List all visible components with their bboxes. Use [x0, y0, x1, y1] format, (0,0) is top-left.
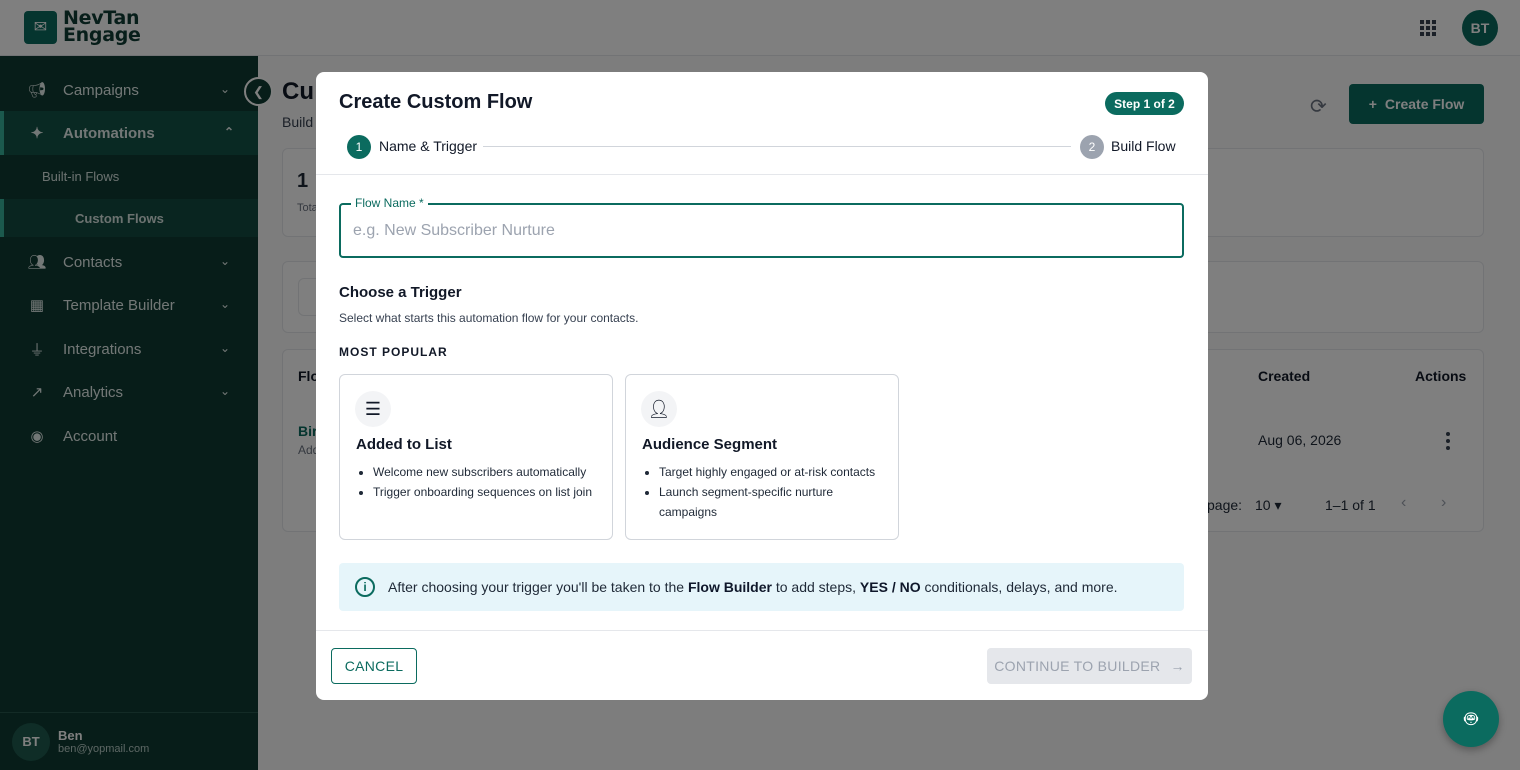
list-icon: ☰: [355, 391, 391, 427]
choose-trigger-heading: Choose a Trigger: [339, 284, 462, 301]
step-badge: Step 1 of 2: [1105, 92, 1184, 115]
flow-name-label: Flow Name *: [351, 196, 428, 210]
trigger-bullet: Welcome new subscribers automatically: [373, 462, 605, 482]
continue-to-builder-button[interactable]: CONTINUE TO BUILDER →: [987, 648, 1192, 684]
trigger-bullet: Target highly engaged or at-risk contact…: [659, 462, 891, 482]
info-banner: i After choosing your trigger you'll be …: [339, 563, 1184, 611]
trigger-bullets: Welcome new subscribers automatically Tr…: [373, 462, 605, 502]
stepper: 1 Name & Trigger 2 Build Flow: [347, 135, 1177, 159]
robot-icon: 🤖︎: [1464, 706, 1478, 731]
info-text: After choosing your trigger you'll be ta…: [388, 579, 1118, 595]
step-1-label: Name & Trigger: [379, 138, 478, 154]
trigger-bullet: Trigger onboarding sequences on list joi…: [373, 482, 605, 502]
cancel-button[interactable]: CANCEL: [331, 648, 417, 684]
step-2-label: Build Flow: [1111, 138, 1176, 154]
trigger-bullets: Target highly engaged or at-risk contact…: [659, 462, 891, 522]
flow-name-field[interactable]: Flow Name *: [339, 196, 1184, 258]
step-1-indicator: 1: [347, 135, 371, 159]
add-user-icon: 👤︎: [641, 391, 677, 427]
trigger-card-added-to-list[interactable]: ☰ Added to List Welcome new subscribers …: [339, 374, 613, 540]
stepper-connector: [483, 146, 1071, 147]
footer-divider: [316, 630, 1208, 631]
chatbot-button[interactable]: 🤖︎: [1443, 691, 1499, 747]
trigger-bullet: Launch segment-specific nurture campaign…: [659, 482, 891, 522]
arrow-right-icon: →: [1170, 658, 1185, 674]
step-2-indicator: 2: [1080, 135, 1104, 159]
trigger-title: Audience Segment: [642, 436, 778, 453]
choose-trigger-description: Select what starts this automation flow …: [339, 311, 639, 325]
flow-name-input[interactable]: [353, 219, 1153, 243]
header-divider: [316, 174, 1208, 175]
dialog-title: Create Custom Flow: [339, 91, 533, 113]
trigger-title: Added to List: [356, 436, 452, 453]
trigger-card-audience-segment[interactable]: 👤︎ Audience Segment Target highly engage…: [625, 374, 899, 540]
create-custom-flow-dialog: Create Custom Flow Step 1 of 2 1 Name & …: [316, 72, 1208, 700]
info-icon: i: [355, 577, 375, 597]
most-popular-label: MOST POPULAR: [339, 345, 448, 359]
